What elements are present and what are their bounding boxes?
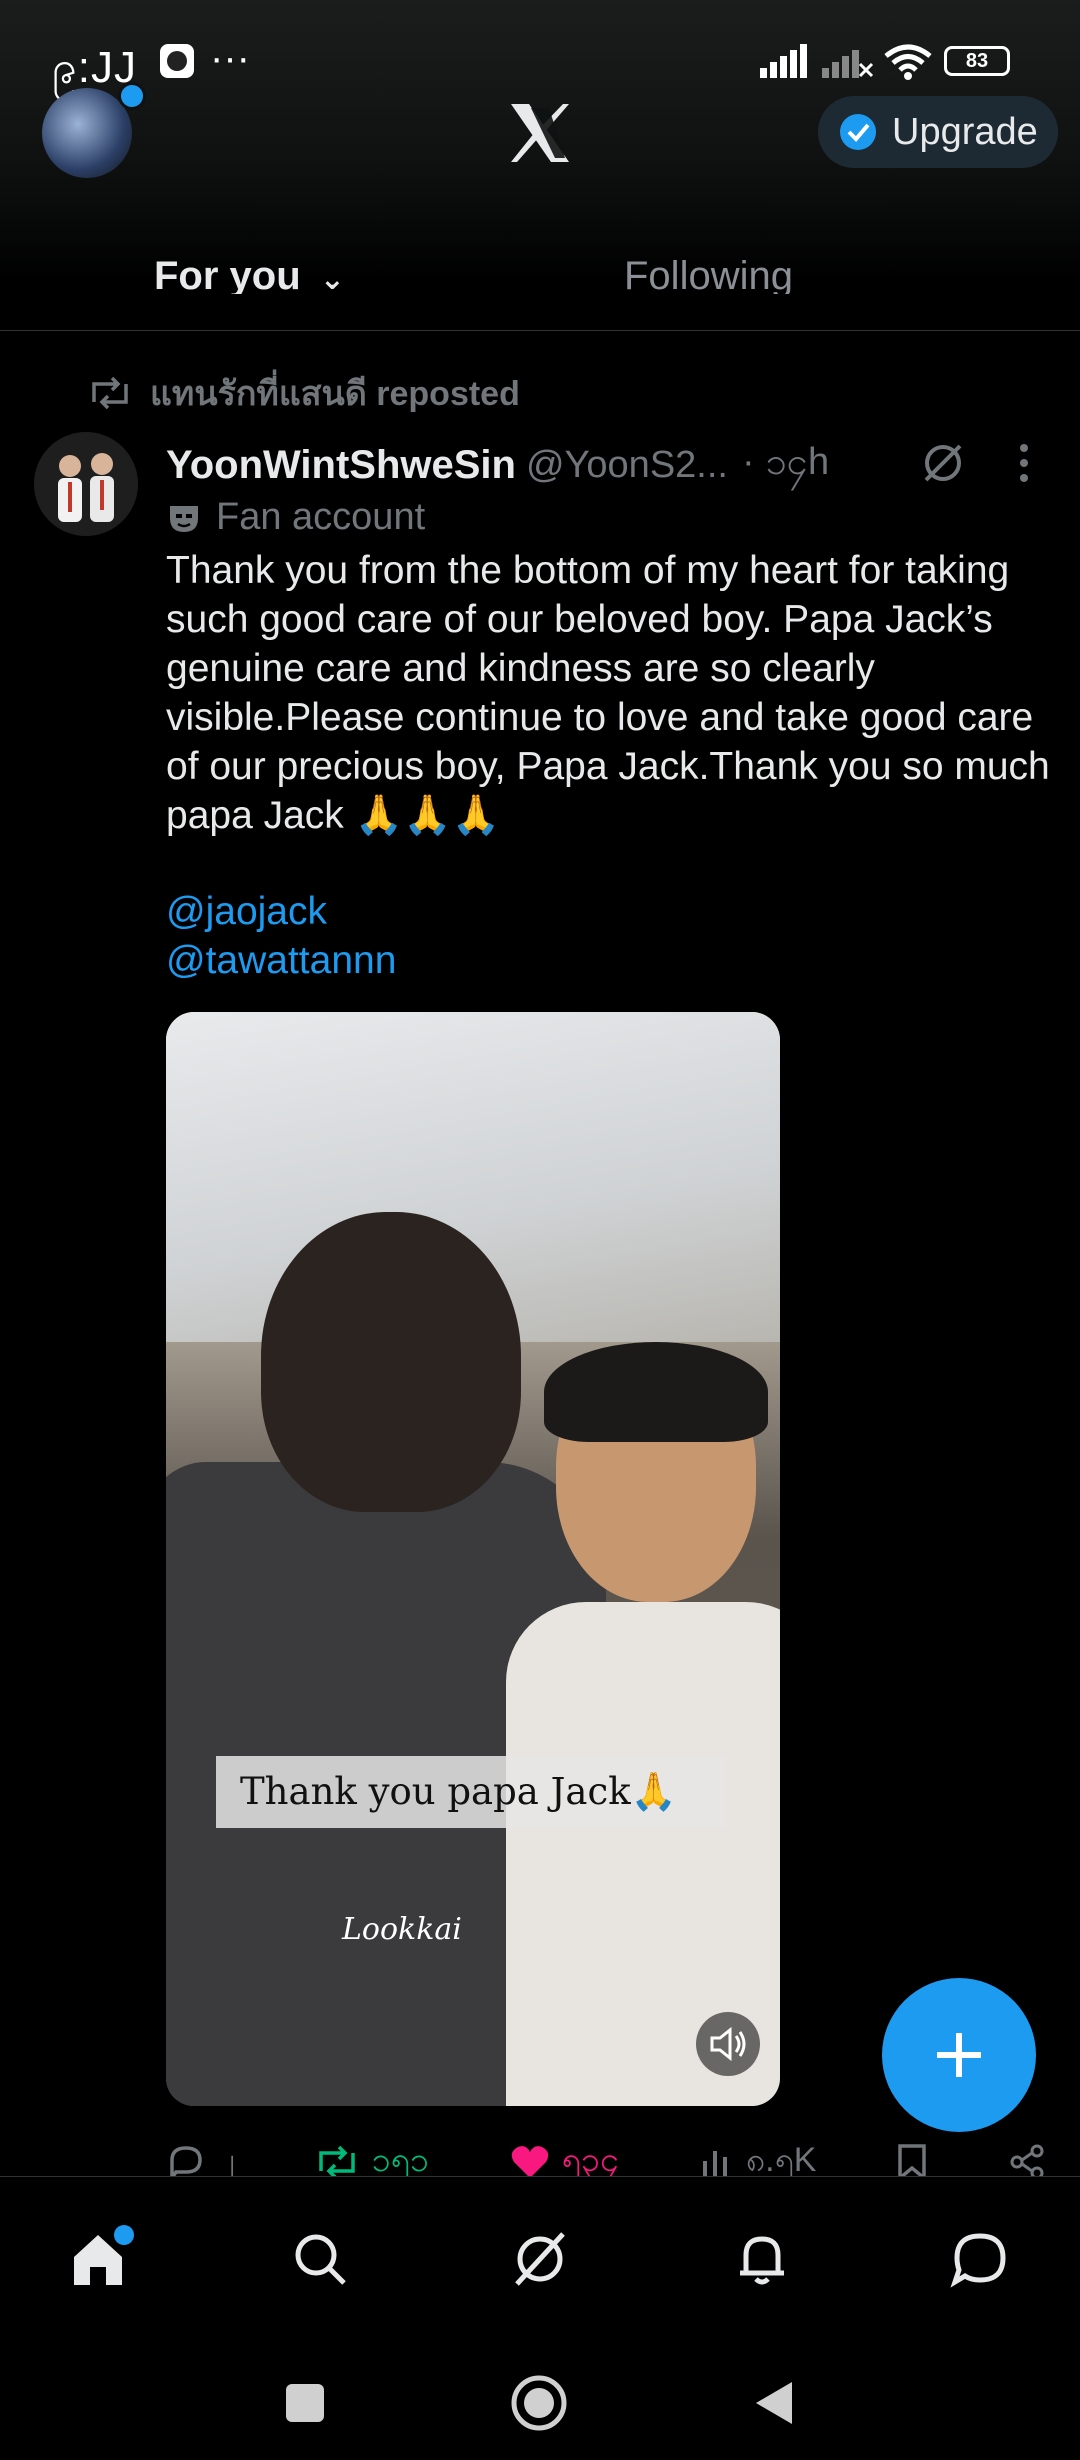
bottom-navigation [0, 2176, 1080, 2347]
tab-following[interactable]: Following [624, 254, 793, 294]
repost-icon [319, 2145, 356, 2179]
nav-notifications[interactable] [722, 2219, 802, 2299]
heart-icon [511, 2146, 548, 2178]
mention-link[interactable]: @jaojack [166, 890, 327, 934]
author-name[interactable]: YoonWintShweSin [166, 443, 516, 488]
recents-icon[interactable] [284, 2382, 326, 2429]
tab-for-you-label: For you [154, 254, 301, 294]
post-text: Thank you from the bottom of my heart fo… [166, 549, 1061, 837]
wifi-icon [884, 44, 932, 85]
compose-button[interactable] [882, 1978, 1036, 2132]
video-watermark: Lookkai [342, 1912, 462, 1947]
speaker-muted-icon [710, 2026, 746, 2062]
messages-icon [950, 2233, 1006, 2288]
search-icon [295, 2234, 346, 2285]
post-video[interactable]: Thank you papa Jack🙏 Lookkai [166, 1012, 780, 2106]
post-time[interactable]: · ၁၄h [742, 437, 829, 493]
mention-link[interactable]: @tawattannn [166, 939, 396, 983]
post-header: YoonWintShweSin @YoonS2... · ၁၄h [166, 438, 1046, 492]
mask-icon [170, 505, 198, 532]
nav-grok[interactable] [500, 2219, 580, 2299]
repost-indicator[interactable]: แทนรักที่แสนดี reposted [88, 366, 520, 420]
repost-by-label: แทนรักที่แสนดี reposted [150, 375, 520, 413]
tab-for-you[interactable]: For you ⌄ [154, 254, 345, 294]
grok-icon [515, 2232, 565, 2286]
timeline-tabs: For you ⌄ Following [0, 250, 1080, 294]
notification-app-icon [158, 42, 196, 85]
battery-indicator: 83 [944, 46, 1010, 76]
account-label: Fan account [216, 496, 426, 538]
video-person-head [261, 1212, 521, 1512]
notifications-icon [740, 2236, 784, 2285]
post-author-avatar[interactable] [34, 432, 138, 536]
account-label-row: Fan account [166, 496, 425, 539]
avatar-notification-dot [118, 82, 146, 110]
signal-icon [760, 44, 812, 83]
views-chart-icon [702, 2151, 727, 2179]
video-caption: Thank you papa Jack🙏 [240, 1770, 677, 1813]
video-person-hair [544, 1342, 768, 1442]
repost-icon [92, 376, 128, 410]
nav-search[interactable] [280, 2219, 360, 2299]
battery-level: 83 [965, 49, 989, 72]
more-options-icon[interactable] [1012, 440, 1036, 491]
upgrade-button[interactable]: Upgrade [818, 96, 1058, 168]
tabs-divider [0, 330, 1080, 331]
volume-button[interactable] [696, 2012, 760, 2076]
back-icon[interactable] [752, 2378, 796, 2433]
nav-messages[interactable] [940, 2219, 1020, 2299]
verified-badge-icon [840, 114, 876, 150]
video-caption-box: Thank you papa Jack🙏 [216, 1756, 726, 1828]
x-logo-icon [505, 98, 575, 168]
home-notification-dot [114, 2225, 134, 2245]
home-circle-icon[interactable] [510, 2374, 568, 2437]
nav-home[interactable] [58, 2219, 138, 2299]
grok-icon[interactable] [918, 438, 968, 493]
status-more-dots: ··· [210, 36, 250, 80]
chevron-down-icon: ⌄ [319, 263, 345, 294]
upgrade-label: Upgrade [892, 110, 1038, 153]
plus-icon [937, 2033, 981, 2077]
signal-2-icon [822, 44, 874, 83]
system-navigation [0, 2346, 1080, 2460]
author-handle[interactable]: @YoonS2... [526, 444, 728, 487]
